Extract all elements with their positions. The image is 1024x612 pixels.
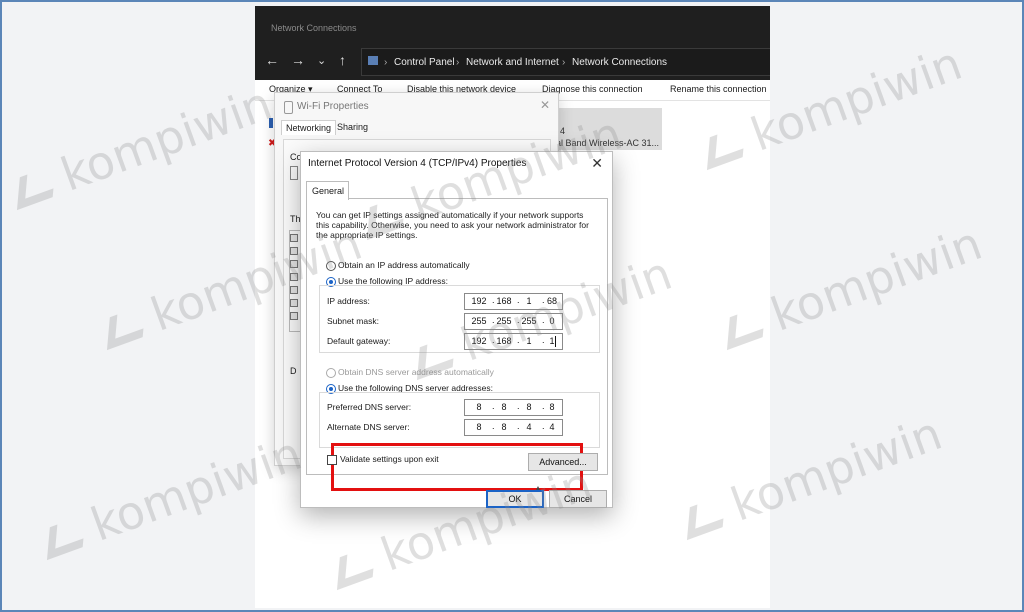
component-checkbox[interactable] <box>290 273 298 281</box>
subnet-octet-1: 255 <box>471 316 487 326</box>
ip-octet-1: 192 <box>471 296 487 306</box>
breadcrumb-network-connections[interactable]: Network Connections <box>572 57 667 68</box>
adns-octet-4: 4 <box>549 422 555 432</box>
cancel-button[interactable]: Cancel <box>549 490 607 508</box>
default-gateway-field[interactable]: 192. 168. 1. 1 <box>464 333 563 350</box>
forward-icon[interactable]: → <box>291 52 305 68</box>
adapter-icon <box>269 118 273 128</box>
component-checkbox[interactable] <box>290 299 298 307</box>
adns-octet-2: 8 <box>501 422 507 432</box>
ip-octet-3: 1 <box>526 296 532 306</box>
breadcrumb-network-internet[interactable]: Network and Internet <box>466 57 559 68</box>
back-icon[interactable]: ← <box>265 52 279 68</box>
ipv4-properties-dialog: Internet Protocol Version 4 (TCP/IPv4) P… <box>300 151 613 508</box>
intro-text: You can get IP settings assigned automat… <box>316 210 589 240</box>
description-label: D <box>290 366 297 376</box>
component-checkbox[interactable] <box>290 312 298 320</box>
preferred-dns-field[interactable]: 8. 8. 8. 8 <box>464 399 563 416</box>
wifi-adapter-icon <box>284 101 293 114</box>
gateway-octet-3: 1 <box>526 336 532 346</box>
ip-address-label: IP address: <box>327 296 370 306</box>
text-caret <box>555 336 556 347</box>
pdns-octet-2: 8 <box>501 402 507 412</box>
validate-checkbox[interactable] <box>327 455 337 465</box>
subnet-octet-3: 255 <box>521 316 537 326</box>
adapter-line-1: 4 <box>560 126 566 136</box>
tab-general-label: General <box>312 186 345 196</box>
ip-auto-label: Obtain an IP address automatically <box>338 260 470 270</box>
subnet-mask-field[interactable]: 255. 255. 255. 0 <box>464 313 563 330</box>
this-connection-label: Th <box>290 214 301 224</box>
general-panel: You can get IP settings assigned automat… <box>306 198 608 494</box>
component-checkbox[interactable] <box>290 234 298 242</box>
address-bar[interactable]: › Control Panel › Network and Internet ›… <box>361 48 770 76</box>
window-title: Network Connections <box>271 23 357 33</box>
rename-button[interactable]: Rename this connection <box>670 84 767 94</box>
component-checkbox[interactable] <box>290 260 298 268</box>
adapter-box <box>290 166 298 180</box>
ip-auto-radio[interactable] <box>326 261 336 271</box>
validate-label: Validate settings upon exit <box>340 454 439 464</box>
explorer-titlebar: Network Connections <box>255 6 770 42</box>
screen-capture: Network Connections ← → ⌄ ↑ › Control Pa… <box>255 6 770 608</box>
adapter-line-2: al Band Wireless-AC 31... <box>556 138 660 148</box>
ip-address-field[interactable]: 192. 168. 1. 68 <box>464 293 563 310</box>
alternate-dns-field[interactable]: 8. 8. 4. 4 <box>464 419 563 436</box>
preferred-dns-label: Preferred DNS server: <box>327 402 412 412</box>
control-panel-icon <box>368 56 378 65</box>
dns-auto-label: Obtain DNS server address automatically <box>338 367 494 377</box>
advanced-button[interactable]: Advanced... <box>528 453 598 471</box>
explorer-navbar: ← → ⌄ ↑ › Control Panel › Network and In… <box>255 42 770 80</box>
pdns-octet-1: 8 <box>476 402 482 412</box>
dns-auto-radio[interactable] <box>326 368 336 378</box>
tab-sharing[interactable]: Sharing <box>333 120 372 134</box>
recent-locations-icon[interactable]: ⌄ <box>317 54 326 67</box>
up-icon[interactable]: ↑ <box>339 52 346 68</box>
close-icon[interactable]: ✕ <box>591 155 603 172</box>
wifi-adapter-item[interactable]: 4 al Band Wireless-AC 31... <box>556 108 662 150</box>
subnet-mask-label: Subnet mask: <box>327 316 379 326</box>
close-icon[interactable]: ✕ <box>540 98 550 112</box>
tab-general[interactable]: General <box>306 181 349 200</box>
gateway-octet-1: 192 <box>471 336 487 346</box>
tab-networking[interactable]: Networking <box>281 120 337 135</box>
ok-button[interactable]: OK <box>486 490 544 508</box>
chevron-right-icon: › <box>384 57 388 68</box>
ip-octet-2: 168 <box>496 296 512 306</box>
adns-octet-3: 4 <box>526 422 532 432</box>
subnet-octet-4: 0 <box>549 316 555 326</box>
gateway-octet-2: 168 <box>496 336 512 346</box>
component-checkbox[interactable] <box>290 247 298 255</box>
adns-octet-1: 8 <box>476 422 482 432</box>
wifi-dialog-title: Wi-Fi Properties <box>297 101 369 112</box>
alternate-dns-label: Alternate DNS server: <box>327 422 410 432</box>
component-checkbox[interactable] <box>290 286 298 294</box>
breadcrumb-control-panel[interactable]: Control Panel <box>394 57 455 68</box>
chevron-right-icon: › <box>456 57 460 68</box>
default-gateway-label: Default gateway: <box>327 336 391 346</box>
gateway-octet-4: 1 <box>549 336 555 346</box>
subnet-octet-2: 255 <box>496 316 512 326</box>
pdns-octet-4: 8 <box>549 402 555 412</box>
dialog-title: Internet Protocol Version 4 (TCP/IPv4) P… <box>308 158 527 169</box>
pdns-octet-3: 8 <box>526 402 532 412</box>
ip-octet-4: 68 <box>546 296 557 306</box>
chevron-right-icon: › <box>562 57 566 68</box>
